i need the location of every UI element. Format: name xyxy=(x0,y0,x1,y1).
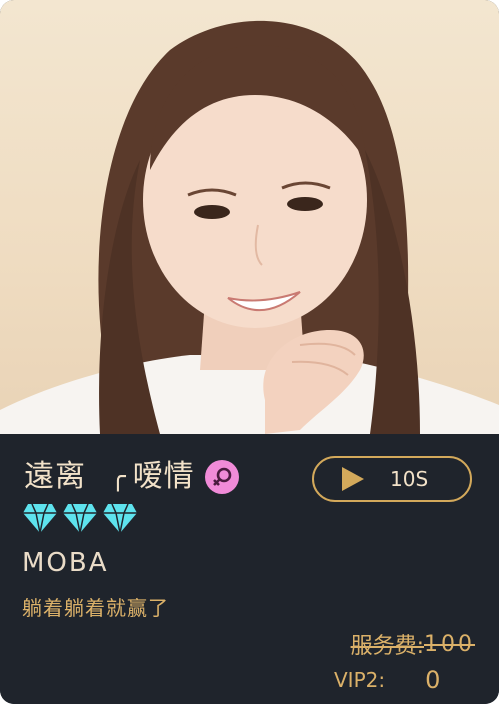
diamond-icon xyxy=(23,503,57,534)
diamond-icon xyxy=(103,503,137,534)
player-motto: 躺着躺着就赢了 xyxy=(22,596,169,620)
service-fee-label: 服务费: xyxy=(350,634,424,659)
nickname-secondary: 嗳情 xyxy=(132,459,195,494)
player-card[interactable]: 遠离 ╭ 嗳情 10S MOBA 躺着躺着就赢了 服务费: 100 VIP2: … xyxy=(0,0,499,704)
profile-photo xyxy=(0,0,499,434)
portrait-photo xyxy=(0,20,499,434)
nickname-primary: 遠离 xyxy=(24,459,86,494)
diamond-icon xyxy=(63,503,97,534)
game-category: MOBA xyxy=(22,548,109,578)
service-fee-value: 100 xyxy=(424,631,475,657)
nickname-separator: ╭ xyxy=(110,462,127,492)
voice-play-button[interactable]: 10S xyxy=(312,456,472,502)
info-panel: 遠离 ╭ 嗳情 10S MOBA 躺着躺着就赢了 服务费: 100 VIP2: … xyxy=(0,434,499,704)
vip-price-value: 0 xyxy=(425,666,441,694)
nickname: 遠离 ╭ 嗳情 xyxy=(24,460,239,494)
female-icon xyxy=(204,460,239,494)
play-icon xyxy=(342,467,364,491)
rank-gems xyxy=(22,502,138,534)
vip-price-label: VIP2: xyxy=(334,668,386,692)
voice-duration: 10S xyxy=(390,467,429,491)
vip-price: VIP2: 0 xyxy=(334,666,440,694)
service-fee: 服务费: 100 xyxy=(351,628,475,660)
